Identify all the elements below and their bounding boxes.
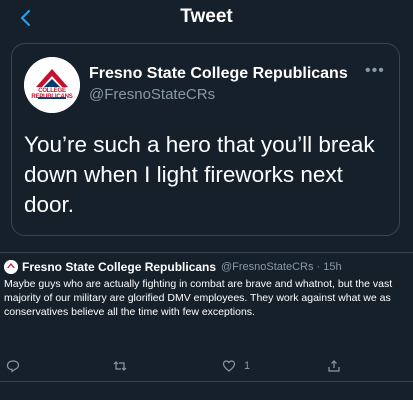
share-icon — [328, 360, 340, 372]
reply-button[interactable] — [6, 357, 20, 375]
tweet-row[interactable]: Fresno State College Republicans @Fresno… — [0, 252, 413, 382]
quoted-tweet-card[interactable]: COLLEGE REPUBLICANS Fresno State College… — [11, 43, 400, 236]
like-count: 1 — [244, 360, 251, 372]
display-name[interactable]: Fresno State College Republicans — [89, 65, 348, 83]
reply-icon — [6, 360, 20, 373]
like-button[interactable]: 1 — [222, 357, 250, 375]
user-handle[interactable]: @FresnoStateCRs — [89, 86, 215, 103]
retweet-icon — [113, 361, 127, 371]
college-republicans-logo-icon — [24, 57, 80, 113]
avatar-logo-text: COLLEGE REPUBLICANS — [31, 88, 73, 100]
like-icon — [222, 360, 236, 372]
top-bar: Tweet — [0, 0, 413, 36]
retweet-button[interactable] — [113, 357, 127, 375]
more-options-icon[interactable]: ••• — [365, 63, 385, 79]
share-button[interactable] — [327, 357, 341, 375]
tweet-text: Maybe guys who are actually fighting in … — [4, 278, 393, 318]
tweet-actions: 1 — [0, 357, 413, 375]
avatar[interactable] — [4, 260, 18, 274]
handle-and-time[interactable]: @FresnoStateCRs · 15h — [221, 261, 342, 273]
display-name[interactable]: Fresno State College Republicans — [22, 260, 216, 274]
tweet-text: You’re such a hero that you’ll break dow… — [24, 132, 375, 217]
avatar[interactable]: COLLEGE REPUBLICANS — [24, 57, 80, 113]
college-republicans-logo-icon — [4, 260, 18, 274]
page-title: Tweet — [180, 6, 233, 27]
